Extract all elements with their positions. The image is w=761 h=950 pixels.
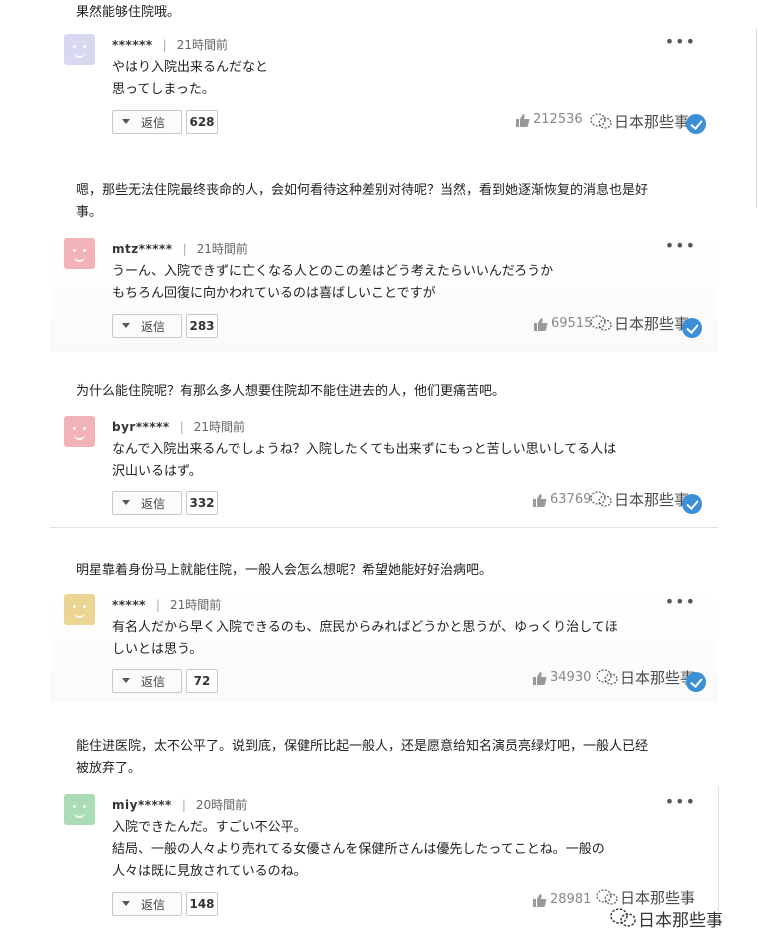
username[interactable]: ***** (112, 598, 146, 612)
comment-text: 有名人だから早く入院できるのも、庶民からみればどうかと思うが、ゆっくり治してほ … (112, 620, 618, 657)
timestamp: 21時間前 (176, 38, 228, 52)
comment-text: うーん、入院できずに亡くなる人とのこの差はどう考えたらいいんだろうか もちろん回… (112, 264, 554, 301)
comment-card: mtz***** | 21時間前 ••• うーん、入院できずに亡くなる人とのこの差は… (50, 234, 718, 352)
translation-caption: 能住进医院，太不公平了。说到底，保健所比起一般人，还是愿意给知名演员亮绿灯吧，一… (76, 739, 649, 776)
timestamp: 21時間前 (193, 420, 246, 434)
wechat-icon (590, 113, 612, 129)
translation-caption: 明星靠着身份马上就能住院，一般人会怎么想呢？希望她能好好治病吧。 (76, 563, 493, 578)
comment-text: 入院できたんだ。すごい不公平。 結局、一般の人々より売れてる女優さんを保健所さん… (112, 820, 605, 879)
chevron-down-icon (122, 323, 130, 328)
like-button[interactable]: 212536 (516, 112, 583, 134)
chevron-down-icon (122, 901, 130, 906)
chevron-down-icon (122, 678, 130, 683)
timestamp: 21時間前 (169, 598, 222, 612)
avatar[interactable] (64, 238, 95, 269)
reply-button[interactable]: 返信 (112, 314, 182, 338)
divider (50, 527, 718, 528)
like-button[interactable]: 34930 (533, 670, 591, 692)
scrollbar-track[interactable] (756, 28, 757, 208)
checkmark-icon (686, 114, 706, 134)
comment-card: miy***** | 20時間前 ••• 入院できたんだ。すごい不公平。 結局、一般… (50, 790, 718, 926)
comment-text: なんで入院出来るんでしょうね？入院したくても出来ずにもっと苦しい思いしてる人は … (112, 442, 617, 479)
timestamp: 20時間前 (195, 798, 248, 812)
comment-card: ****** | 21時間前 ••• やはり入院出来るんだなと 思ってしまった。 返… (50, 30, 718, 140)
chevron-down-icon (122, 119, 130, 124)
thumbs-up-icon (534, 317, 548, 331)
timestamp: 21時間前 (196, 242, 248, 256)
comment-meta: ***** | 21時間前 (112, 598, 222, 612)
reply-button[interactable]: 返信 (112, 491, 182, 515)
wechat-icon (596, 669, 618, 685)
avatar[interactable] (64, 794, 95, 825)
comment-meta: mtz***** | 21時間前 (112, 242, 248, 256)
reply-count: 283 (186, 314, 218, 338)
chevron-down-icon (122, 500, 130, 505)
comment-meta: miy***** | 20時間前 (112, 798, 248, 812)
avatar[interactable] (64, 594, 95, 625)
comment-card: byr***** | 21時間前 なんで入院出来るんでしょうね？入院したくても出来ず… (50, 412, 718, 526)
more-options-icon[interactable]: ••• (665, 792, 696, 811)
reply-button[interactable]: 返信 (112, 110, 182, 134)
like-button[interactable]: 28981 (533, 892, 591, 914)
checkmark-icon (682, 318, 702, 338)
comment-text: やはり入院出来るんだなと 思ってしまった。 (112, 60, 269, 97)
checkmark-icon (686, 672, 706, 692)
avatar[interactable] (64, 34, 95, 65)
wechat-icon (590, 491, 612, 507)
wechat-icon (596, 889, 618, 905)
reply-count: 332 (186, 491, 218, 515)
checkmark-icon (682, 494, 702, 514)
thumbs-up-icon (533, 493, 547, 507)
thumbs-up-icon (516, 113, 530, 127)
translation-caption: 果然能够住院哦。 (76, 5, 181, 20)
username[interactable]: byr***** (112, 420, 170, 434)
reply-button[interactable]: 返信 (112, 669, 182, 693)
wechat-icon (610, 908, 636, 927)
translation-caption: 嗯，那些无法住院最终丧命的人，会如何看待这种差别对待呢？当然，看到她逐渐恢复的消… (76, 183, 649, 220)
reply-count: 72 (186, 669, 218, 693)
thumbs-up-icon (533, 893, 547, 907)
more-options-icon[interactable]: ••• (665, 32, 696, 51)
reply-count: 628 (186, 110, 218, 134)
like-button[interactable]: 69515 (534, 316, 592, 338)
avatar[interactable] (64, 416, 95, 447)
username[interactable]: mtz***** (112, 242, 173, 256)
more-options-icon[interactable]: ••• (665, 236, 696, 255)
reply-count: 148 (186, 892, 218, 916)
comment-card: ***** | 21時間前 ••• 有名人だから早く入院できるのも、庶民からみればど… (50, 590, 718, 702)
username[interactable]: ****** (112, 38, 153, 52)
comment-meta: ****** | 21時間前 (112, 38, 228, 52)
divider (718, 786, 719, 916)
comment-meta: byr***** | 21時間前 (112, 420, 246, 434)
thumbs-up-icon (533, 671, 547, 685)
more-options-icon[interactable]: ••• (665, 592, 696, 611)
translation-caption: 为什么能住院呢？有那么多人想要住院却不能住进去的人，他们更痛苦吧。 (76, 384, 506, 399)
username[interactable]: miy***** (112, 798, 172, 812)
like-button[interactable]: 63769 (533, 492, 591, 514)
reply-button[interactable]: 返信 (112, 892, 182, 916)
wechat-icon (590, 315, 612, 331)
